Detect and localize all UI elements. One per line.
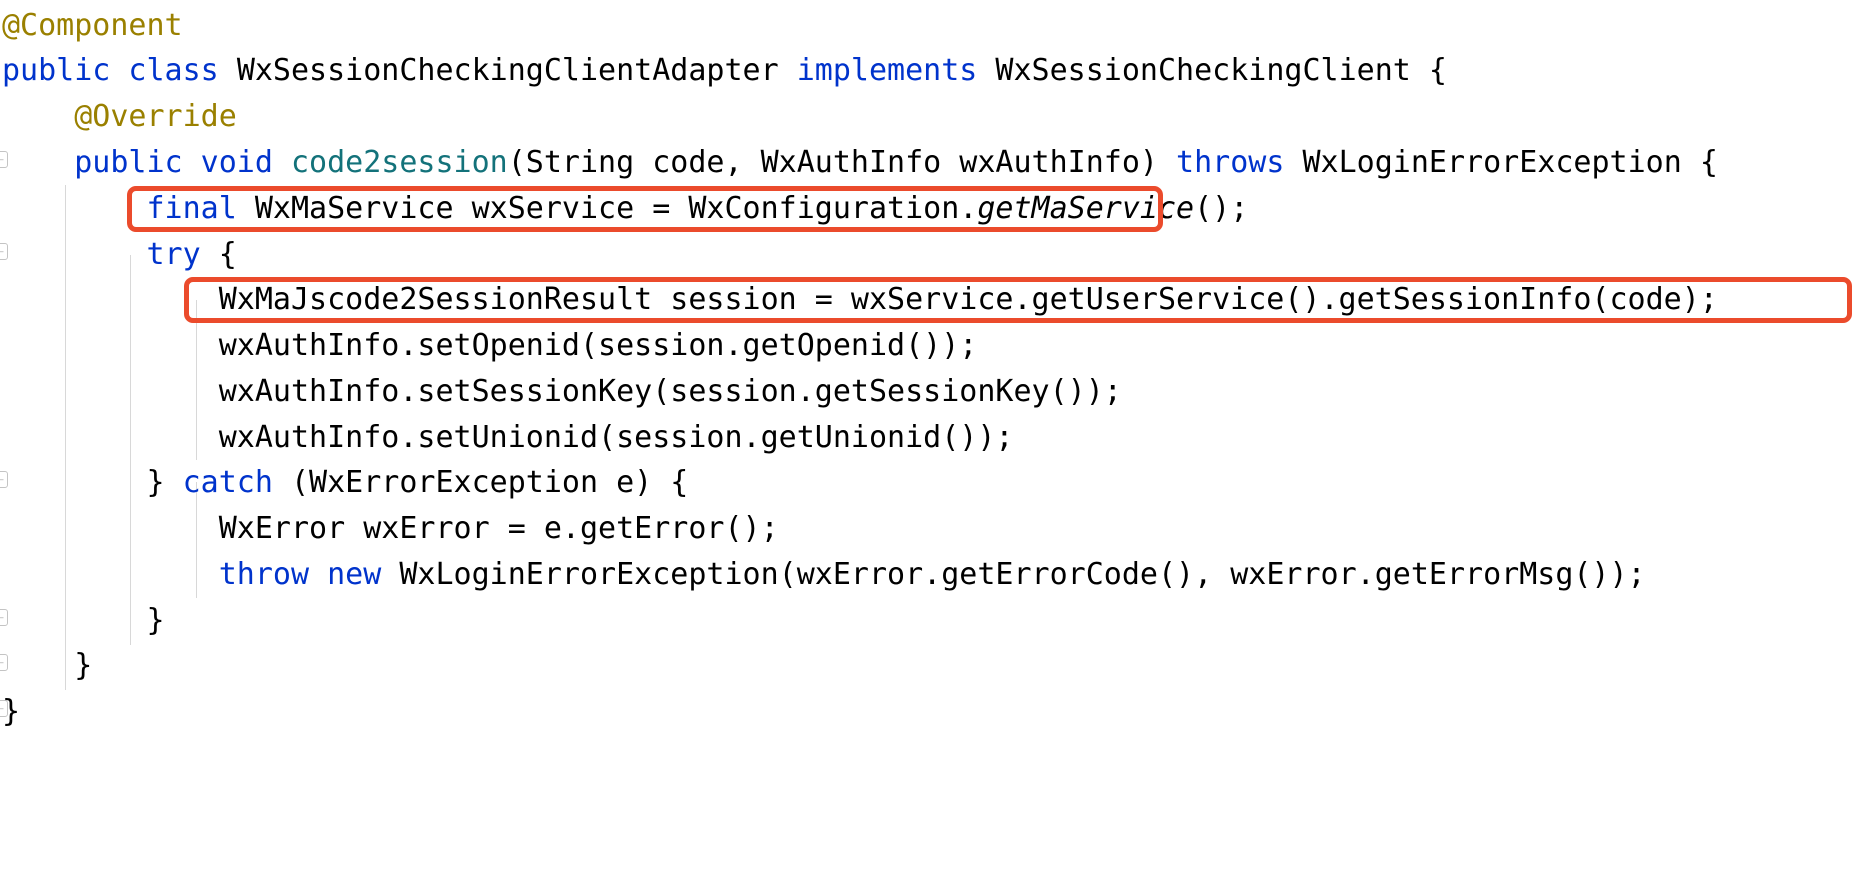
code-line[interactable]: final WxMaService wxService = WxConfigur… (0, 186, 1864, 232)
code-token-anno: @Override (74, 99, 237, 134)
code-token-kw: catch (182, 465, 291, 500)
code-line[interactable]: wxAuthInfo.setOpenid(session.getOpenid()… (0, 323, 1864, 369)
code-token-plain: } (2, 694, 21, 729)
code-token-plain: WxSessionCheckingClientAdapter (236, 53, 797, 88)
code-line[interactable]: public class WxSessionCheckingClientAdap… (0, 48, 1864, 94)
code-line[interactable]: WxError wxError = e.getError(); (0, 506, 1864, 552)
code-line[interactable]: wxAuthInfo.setSessionKey(session.getSess… (0, 369, 1864, 415)
code-token-plain: } (2, 465, 183, 500)
code-token-plain: WxMaService wxService = WxConfiguration. (254, 191, 978, 226)
code-line[interactable]: } (0, 598, 1864, 644)
code-token-plain: wxAuthInfo.setSessionKey(session.getSess… (2, 374, 1122, 409)
code-token-method: code2session (291, 145, 508, 180)
code-token-plain: } (2, 603, 165, 638)
code-token-kw: try (146, 237, 219, 272)
code-line[interactable]: @Override (0, 94, 1864, 140)
code-token-kw: implements (796, 53, 996, 88)
code-token-plain: wxAuthInfo.setOpenid(session.getOpenid()… (2, 328, 978, 363)
code-token-plain: WxError wxError = e.getError(); (2, 511, 779, 546)
code-token-plain: (String code, WxAuthInfo wxAuthInfo) (507, 145, 1177, 180)
code-token-plain: WxLoginErrorException(wxError.getErrorCo… (399, 557, 1646, 592)
code-token-plain: (); (1194, 191, 1249, 226)
code-token-kw: throws (1176, 145, 1303, 180)
code-line[interactable]: @Component (0, 3, 1864, 49)
code-line[interactable]: } (0, 689, 1864, 735)
code-line[interactable]: WxMaJscode2SessionResult session = wxSer… (0, 277, 1864, 323)
code-token-kw: final (146, 191, 255, 226)
code-line[interactable]: } catch (WxErrorException e) { (0, 460, 1864, 506)
code-line[interactable]: throw new WxLoginErrorException(wxError.… (0, 552, 1864, 598)
code-line[interactable]: public void code2session(String code, Wx… (0, 140, 1864, 186)
code-token-anno: @Component (2, 8, 183, 43)
code-token-plain: (WxErrorException e) { (291, 465, 689, 500)
code-token-plain: wxAuthInfo.setUnionid(session.getUnionid… (2, 420, 1014, 455)
code-token-plain: WxLoginErrorException { (1302, 145, 1718, 180)
code-token-kw: public class (2, 53, 237, 88)
code-token-kw: throw new (218, 557, 400, 592)
code-line[interactable]: try { (0, 232, 1864, 278)
code-line[interactable]: wxAuthInfo.setUnionid(session.getUnionid… (0, 415, 1864, 461)
code-token-kw: public void (74, 145, 291, 180)
code-token-plain: } (2, 648, 93, 683)
code-token-static: getMaService (977, 191, 1195, 226)
code-editor-view[interactable]: @Component public class WxSessionChecking… (0, 0, 1864, 882)
code-token-plain: { (218, 237, 237, 272)
code-line[interactable]: } (0, 643, 1864, 689)
code-token-plain: WxSessionCheckingClient { (995, 53, 1447, 88)
code-token-plain: WxMaJscode2SessionResult session = wxSer… (2, 282, 1718, 317)
